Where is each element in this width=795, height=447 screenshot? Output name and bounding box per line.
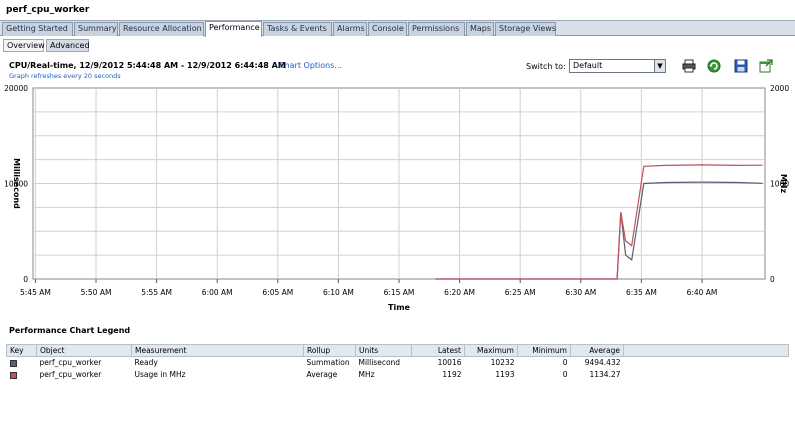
save-icon[interactable] — [734, 59, 748, 73]
x-tick-label: 6:00 AM — [202, 288, 233, 297]
legend-header-row: Key Object Measurement Rollup Units Late… — [6, 344, 789, 357]
column-header-measurement[interactable]: Measurement — [131, 344, 304, 357]
legend-latest: 10016 — [437, 358, 462, 368]
tab-performance[interactable]: Performance — [205, 21, 262, 37]
tab-bar: Getting Started Summary Resource Allocat… — [0, 21, 795, 37]
legend-object: perf_cpu_worker — [39, 358, 102, 368]
tab-maps[interactable]: Maps — [466, 22, 494, 36]
x-tick-label: 5:45 AM — [20, 288, 51, 297]
legend-row[interactable]: perf_cpu_worker Ready Summation Millisec… — [7, 357, 789, 369]
column-header-maximum[interactable]: Maximum — [464, 344, 518, 357]
window-titlebar: perf_cpu_worker — [0, 0, 795, 21]
x-tick-label: 6:25 AM — [505, 288, 536, 297]
x-tick-label: 6:40 AM — [687, 288, 718, 297]
switch-to-select[interactable]: Default ▼ — [569, 59, 666, 73]
x-tick-label: 6:15 AM — [384, 288, 415, 297]
tab-storage-views[interactable]: Storage Views — [495, 22, 556, 36]
column-header-filler — [623, 344, 789, 357]
tab-resource-allocation[interactable]: Resource Allocation — [119, 22, 204, 36]
refresh-icon[interactable] — [707, 59, 721, 73]
x-tick-label: 6:05 AM — [262, 288, 293, 297]
column-header-latest[interactable]: Latest — [411, 344, 465, 357]
y-right-tick-label: 2000 — [770, 84, 789, 93]
y-left-axis-title: Millisecond — [12, 158, 21, 209]
window-title: perf_cpu_worker — [6, 5, 90, 15]
tab-permissions[interactable]: Permissions — [408, 22, 465, 36]
column-header-units[interactable]: Units — [355, 344, 412, 357]
column-header-rollup[interactable]: Rollup — [303, 344, 356, 357]
legend-maximum: 10232 — [490, 358, 515, 368]
column-header-minimum[interactable]: Minimum — [517, 344, 571, 357]
print-icon[interactable] — [682, 59, 696, 73]
legend-units: MHz — [358, 370, 375, 379]
chart-options-link[interactable]: Chart Options... — [279, 61, 342, 70]
legend-key-swatch — [9, 359, 17, 367]
x-tick-label: 6:20 AM — [444, 288, 475, 297]
x-tick-label: 6:35 AM — [626, 288, 657, 297]
advanced-button[interactable]: Advanced — [46, 39, 90, 52]
view-switch: Overview Advanced — [0, 38, 795, 55]
legend-rollup: Average — [306, 370, 338, 379]
legend-title: Performance Chart Legend — [9, 326, 131, 335]
y-left-tick-label: 20000 — [4, 84, 28, 93]
overview-button[interactable]: Overview — [3, 39, 45, 52]
switch-to-value: Default — [573, 61, 603, 70]
x-tick-label: 5:50 AM — [81, 288, 112, 297]
legend-row[interactable]: perf_cpu_worker Usage in MHz Average MHz… — [7, 369, 789, 381]
legend-object: perf_cpu_worker — [39, 370, 102, 379]
legend-rollup: Summation — [306, 358, 350, 368]
switch-to-label: Switch to: — [526, 62, 566, 71]
legend-key-swatch — [9, 371, 17, 379]
chart-svg: 5:45 AM 5:50 AM 5:55 AM 6:00 AM 6:05 AM 6:10 … — [4, 84, 789, 312]
legend-maximum: 1193 — [495, 370, 515, 379]
tab-summary[interactable]: Summary — [74, 22, 118, 36]
popout-icon[interactable] — [759, 59, 773, 73]
column-header-key[interactable]: Key — [6, 344, 37, 357]
legend-minimum: 0 — [562, 370, 568, 379]
y-right-axis-title: MHz — [779, 174, 788, 194]
chevron-down-icon[interactable]: ▼ — [654, 60, 665, 72]
legend-table: Key Object Measurement Rollup Units Late… — [6, 344, 789, 381]
chart-title: CPU/Real-time, 12/9/2012 5:44:48 AM - 12… — [9, 61, 286, 70]
legend-units: Millisecond — [358, 358, 401, 368]
y-left-tick-label: 0 — [23, 275, 28, 284]
column-header-object[interactable]: Object — [36, 344, 132, 357]
x-tick-label: 6:30 AM — [565, 288, 596, 297]
legend-measurement: Usage in MHz — [134, 370, 186, 379]
legend-latest: 1192 — [442, 370, 462, 379]
performance-chart: 5:45 AM 5:50 AM 5:55 AM 6:00 AM 6:05 AM 6:10 … — [0, 80, 795, 320]
x-tick-label: 6:10 AM — [323, 288, 354, 297]
tab-tasks-events[interactable]: Tasks & Events — [263, 22, 332, 36]
legend-minimum: 0 — [562, 358, 568, 368]
tab-getting-started[interactable]: Getting Started — [2, 22, 73, 36]
legend-average: 1134.27 — [589, 370, 621, 379]
x-tick-label: 5:55 AM — [141, 288, 172, 297]
y-right-tick-label: 0 — [770, 275, 775, 284]
legend-average: 9494.432 — [584, 358, 621, 368]
legend-measurement: Ready — [134, 358, 158, 368]
refresh-note: Graph refreshes every 20 seconds — [9, 72, 121, 80]
column-header-average[interactable]: Average — [570, 344, 624, 357]
x-axis-title: Time — [388, 303, 411, 312]
tab-console[interactable]: Console — [368, 22, 407, 36]
tab-alarms[interactable]: Alarms — [333, 22, 367, 36]
